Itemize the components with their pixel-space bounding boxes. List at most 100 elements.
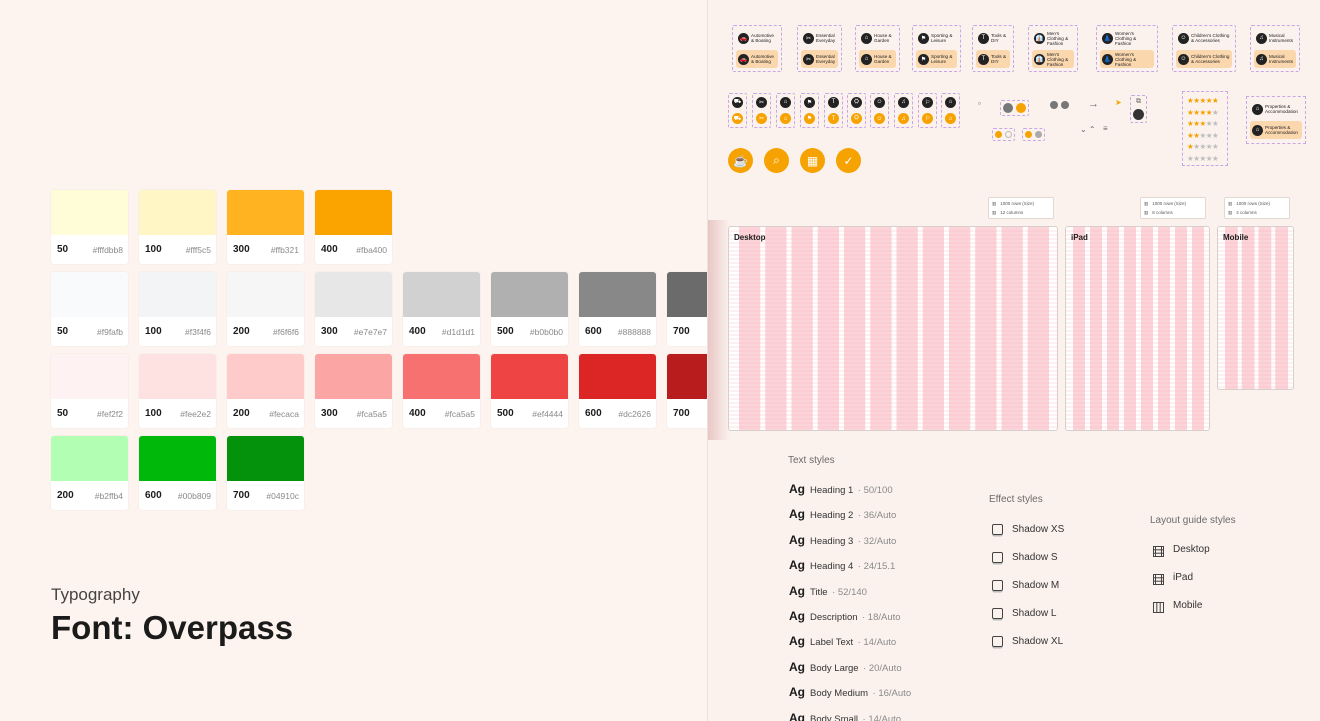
color-swatch[interactable]: 700	[667, 272, 707, 346]
effect-style-item[interactable]: Shadow M	[992, 580, 1059, 591]
category-chip-default[interactable]: ♫ Musical Instruments	[1254, 29, 1296, 47]
category-dark-icon[interactable]: ✂	[756, 96, 767, 108]
text-style-item[interactable]: Ag Heading 3 · 32/Auto	[789, 531, 896, 549]
category-chip-default[interactable]: 🚗 Automotive & Boating	[736, 29, 778, 47]
category-chip[interactable]: ♫ Musical Instruments ♫ Musical Instruments	[1250, 25, 1300, 72]
grid-rows-control[interactable]: ▥ 1000 rows (Size)	[1228, 199, 1286, 208]
effect-style-item[interactable]: Shadow S	[992, 552, 1058, 563]
text-style-item[interactable]: Ag Title · 52/140	[789, 582, 867, 600]
category-chip-selected[interactable]: ♫ Musical Instruments	[1254, 50, 1296, 68]
category-orange-icon[interactable]: ⛟	[732, 113, 743, 125]
share-dark-icon[interactable]	[1133, 109, 1144, 120]
text-style-item[interactable]: Ag Body Medium · 16/Auto	[789, 683, 911, 701]
color-swatch[interactable]: 100 #f3f4f6	[139, 272, 216, 346]
share-buttons[interactable]: ⧉	[1130, 95, 1147, 123]
text-style-item[interactable]: Ag Heading 2 · 36/Auto	[789, 505, 896, 523]
color-swatch[interactable]: 200 #b2ffb4	[51, 436, 128, 510]
radio-orange[interactable]	[992, 128, 1015, 141]
category-orange-icon[interactable]: T	[828, 113, 839, 125]
color-swatch[interactable]: 700 #04910c	[227, 436, 304, 510]
category-dark-icon[interactable]: T	[828, 96, 839, 108]
category-dark-icon[interactable]: ⚐	[922, 96, 933, 108]
color-swatch[interactable]: 400 #fba400	[315, 190, 392, 264]
category-chip-default[interactable]: ⌂ House & Garden	[859, 29, 896, 47]
category-dark-icon[interactable]: ☺	[874, 96, 885, 108]
grid-cols-control[interactable]: ▥ 12 columns	[992, 208, 1050, 217]
category-orange-icon[interactable]: ♫	[898, 113, 909, 125]
next-arrow-icon[interactable]	[1061, 101, 1069, 109]
dot-active-icon[interactable]	[1025, 131, 1032, 138]
shield-check-icon[interactable]: ✓	[836, 148, 861, 173]
category-chip[interactable]: 👗 Women's Clothing & Fashion 👗 Women's Clot…	[1096, 25, 1158, 72]
category-chip-selected[interactable]: ☺ Children's Clothing & Accessories	[1176, 50, 1232, 68]
category-dark-icon[interactable]: ⌂	[945, 96, 956, 108]
category-dark-icon[interactable]: ♫	[898, 96, 909, 108]
prev-arrow-icon[interactable]	[1050, 101, 1058, 109]
color-swatch[interactable]: 600 #888888	[579, 272, 656, 346]
grid-cols-control[interactable]: ▥ 4 columns	[1228, 208, 1286, 217]
category-chip[interactable]: ✂ Essential Everyday ✂ Essential Everyday	[797, 25, 842, 72]
color-swatch[interactable]: 500 #ef4444	[491, 354, 568, 428]
category-orange-icon[interactable]: ⌂	[780, 113, 791, 125]
arrow-right-icon[interactable]: →	[1088, 98, 1099, 110]
property-chip-selected[interactable]: ⌂ Properties & Accommodation	[1250, 121, 1302, 139]
category-chip[interactable]: ⌂ House & Garden ⌂ House & Garden	[855, 25, 900, 72]
category-orange-icon[interactable]: ⌂	[945, 113, 956, 125]
grid-cols-control[interactable]: ▥ 8 columns	[1144, 208, 1202, 217]
menu-icon[interactable]: ≡	[1103, 124, 1108, 133]
color-swatch[interactable]: 400 #fca5a5	[403, 354, 480, 428]
category-dark-icon[interactable]: ⛭	[851, 96, 862, 108]
category-chip-selected[interactable]: 👗 Women's Clothing & Fashion	[1100, 50, 1154, 68]
toggle-gray-orange[interactable]	[1000, 100, 1029, 116]
ipad-grid-control[interactable]: ▥ 1000 rows (Size) ▥ 8 columns	[1140, 197, 1206, 219]
category-chip-default[interactable]: ☺ Children's Clothing & Accessories	[1176, 29, 1232, 47]
text-style-item[interactable]: Ag Body Small · 14/Auto	[789, 709, 901, 721]
category-orange-icon[interactable]: ☺	[874, 113, 885, 125]
color-swatch[interactable]: 100 #fee2e2	[139, 354, 216, 428]
category-orange-icon[interactable]: ⛭	[851, 113, 862, 125]
layout-style-item[interactable]: iPad	[1153, 572, 1193, 585]
category-chip-selected[interactable]: 👔 Men's Clothing & Fashion	[1032, 50, 1074, 68]
calendar-icon[interactable]: ▦	[800, 148, 825, 173]
chevron-down-up-icon[interactable]: ⌄ ⌃	[1080, 125, 1096, 134]
share-icon[interactable]: ⧉	[1136, 98, 1141, 106]
category-orange-icon[interactable]: ⚐	[922, 113, 933, 125]
mobile-grid-control[interactable]: ▥ 1000 rows (Size) ▥ 4 columns	[1224, 197, 1290, 219]
text-style-item[interactable]: Ag Label Text · 14/Auto	[789, 632, 896, 650]
text-style-item[interactable]: Ag Heading 1 · 50/100	[789, 480, 893, 498]
category-dark-icon[interactable]: ⚑	[804, 96, 815, 108]
color-swatch[interactable]: 200 #fecaca	[227, 354, 304, 428]
category-chip[interactable]: ⚑ Sporting & Leisure ⚑ Sporting & Leisure	[912, 25, 961, 72]
color-swatch[interactable]: 500 #b0b0b0	[491, 272, 568, 346]
radio-inactive-icon[interactable]	[1005, 131, 1012, 138]
dot-inactive-icon[interactable]	[1035, 131, 1042, 138]
grid-rows-control[interactable]: ▥ 1000 rows (Size)	[992, 199, 1050, 208]
search-listing-icon[interactable]: ⌕	[764, 148, 789, 173]
color-swatch[interactable]: 600 #dc2626	[579, 354, 656, 428]
slider-dots[interactable]	[1022, 128, 1045, 141]
property-chip[interactable]: ⌂ Properties & Accommodation ⌂ Propertie…	[1246, 96, 1306, 144]
category-chip-default[interactable]: ⚑ Sporting & Leisure	[916, 29, 957, 47]
color-swatch[interactable]: 600 #00b809	[139, 436, 216, 510]
category-chip-default[interactable]: 👔 Men's Clothing & Fashion	[1032, 29, 1074, 47]
layout-style-item[interactable]: Desktop	[1153, 544, 1210, 557]
grid-rows-control[interactable]: ▥ 1000 rows (Size)	[1144, 199, 1202, 208]
color-swatch[interactable]: 50 #fffdbb8	[51, 190, 128, 264]
category-dark-icon[interactable]: ⌂	[780, 96, 791, 108]
category-chip[interactable]: 🚗 Automotive & Boating 🚗 Automotive & Boati…	[732, 25, 782, 72]
category-chip[interactable]: 👔 Men's Clothing & Fashion 👔 Men's Clothing…	[1028, 25, 1078, 72]
category-chip-selected[interactable]: ✂ Essential Everyday	[801, 50, 838, 68]
color-swatch[interactable]: 200 #f6f6f6	[227, 272, 304, 346]
color-swatch[interactable]: 50 #fef2f2	[51, 354, 128, 428]
pager-arrows[interactable]	[1050, 101, 1069, 109]
color-swatch[interactable]: 300 #e7e7e7	[315, 272, 392, 346]
color-swatch[interactable]: 400 #d1d1d1	[403, 272, 480, 346]
category-chip[interactable]: ☺ Children's Clothing & Accessories ☺ Child…	[1172, 25, 1236, 72]
category-chip-selected[interactable]: ⚑ Sporting & Leisure	[916, 50, 957, 68]
category-dark-icon[interactable]: ⛟	[732, 96, 743, 108]
text-style-item[interactable]: Ag Description · 18/Auto	[789, 607, 901, 625]
color-swatch[interactable]: 300 #ffb321	[227, 190, 304, 264]
coffee-icon[interactable]: ☕	[728, 148, 753, 173]
category-orange-icon[interactable]: ✂	[756, 113, 767, 125]
category-chip-default[interactable]: T Tools & DIY	[976, 29, 1010, 47]
